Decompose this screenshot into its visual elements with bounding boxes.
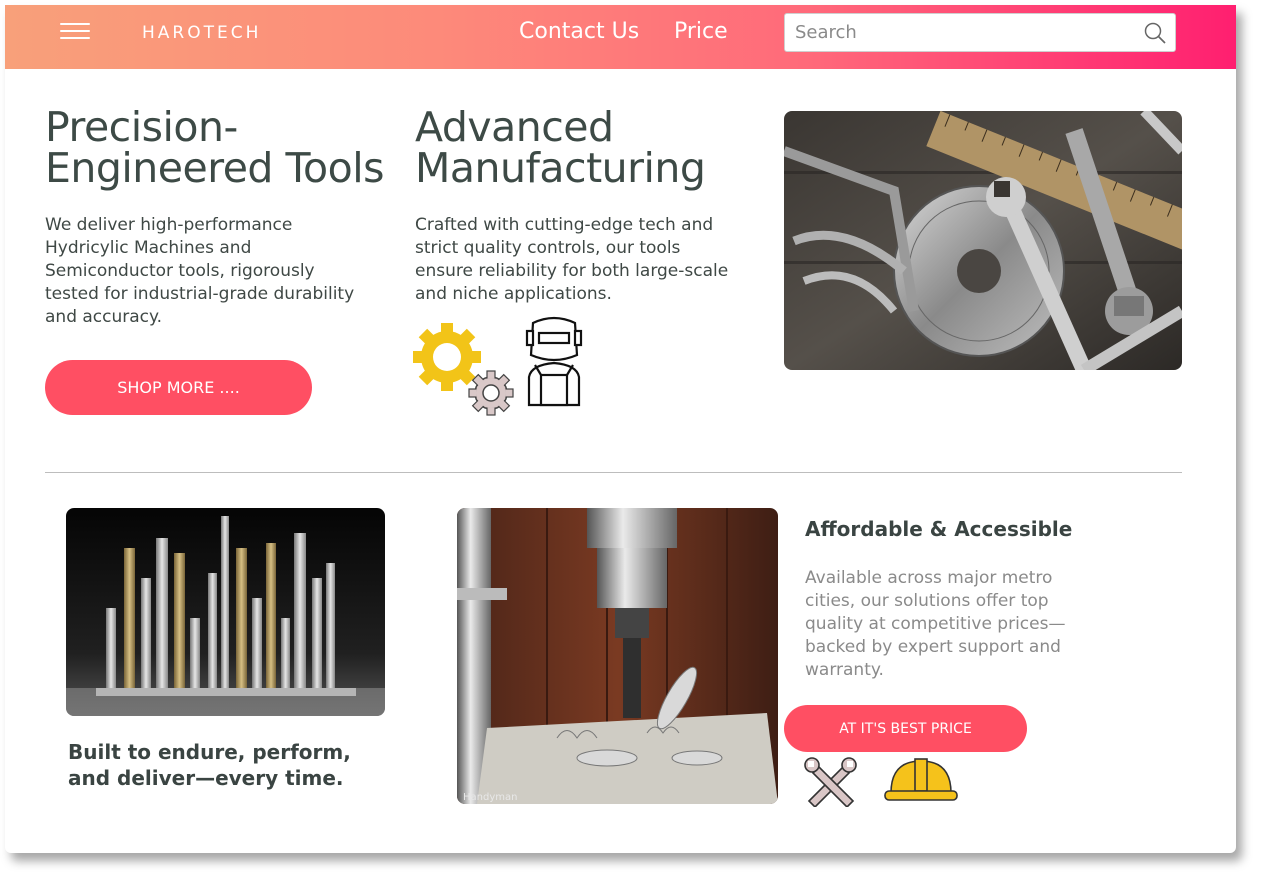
top-nav-bar: HAROTECH Contact Us Price xyxy=(5,5,1236,69)
hero-title-precision: Precision- Engineered Tools xyxy=(45,103,384,192)
tagline: Built to endure, perform, and deliver—ev… xyxy=(68,740,351,790)
hero-left-description: We deliver high-performance Hydricylic M… xyxy=(45,215,355,327)
tools-collection-photo xyxy=(784,111,1182,370)
nav-price[interactable]: Price xyxy=(674,19,728,44)
screws-photo xyxy=(66,508,385,716)
section-divider xyxy=(45,472,1182,473)
menu-icon[interactable] xyxy=(60,23,90,41)
wrench-screwdriver-icon xyxy=(804,757,857,807)
drill-press-photo: Handyman xyxy=(457,508,778,804)
search-input[interactable] xyxy=(785,14,1125,51)
nav-contact-us[interactable]: Contact Us xyxy=(519,19,639,44)
web-page: HAROTECH Contact Us Price Precision- Eng… xyxy=(5,5,1236,853)
search-icon[interactable] xyxy=(1143,21,1167,45)
shop-more-button[interactable]: SHOP MORE .... xyxy=(45,360,312,415)
hard-hat-icon xyxy=(884,758,958,801)
brand-logo[interactable]: HAROTECH xyxy=(142,23,261,43)
best-price-button[interactable]: AT IT'S BEST PRICE xyxy=(784,705,1027,752)
affordable-title: Affordable & Accessible xyxy=(805,517,1073,541)
affordable-description: Available across major metro cities, our… xyxy=(805,568,1066,680)
gears-icon xyxy=(413,323,514,416)
hero-middle-description: Crafted with cutting-edge tech and stric… xyxy=(415,215,729,304)
hero-title-manufacturing: Advanced Manufacturing xyxy=(415,103,706,192)
search-bar xyxy=(784,13,1176,52)
welder-icon xyxy=(525,316,583,407)
drill-watermark: Handyman xyxy=(463,792,517,803)
